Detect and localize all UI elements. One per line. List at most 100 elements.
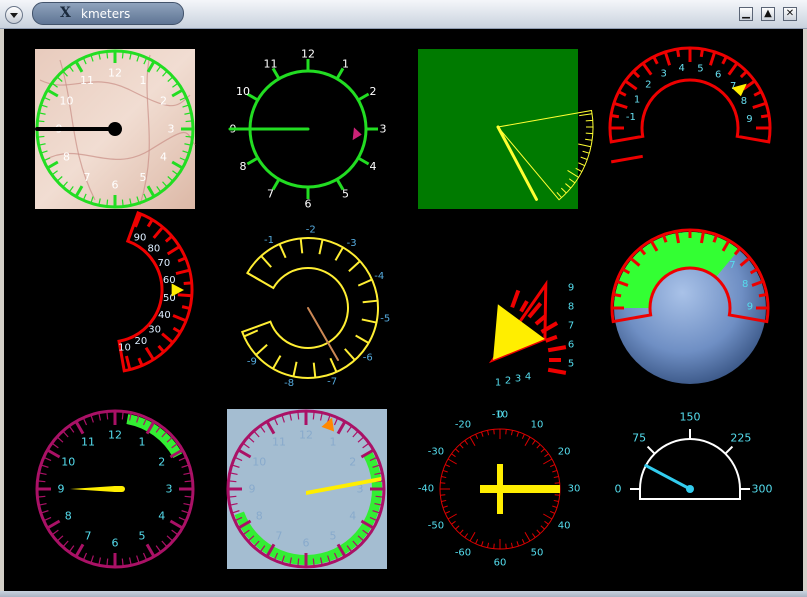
arc-tick — [613, 101, 628, 110]
ring-label--7: -7 — [327, 377, 337, 388]
clock-tick — [121, 558, 124, 567]
arc-label-90: 90 — [134, 233, 147, 244]
dial-tick — [487, 542, 490, 548]
clock-tick — [121, 199, 124, 207]
clock-tick — [43, 516, 52, 522]
clock-tick — [121, 51, 124, 59]
ring-tick — [362, 299, 378, 304]
dial-tick — [550, 510, 556, 514]
meter-planet-gauge: 78 9 — [610, 228, 770, 384]
meter-sector-green — [418, 49, 594, 209]
arc-label-60: 60 — [163, 275, 176, 286]
arc-tick — [652, 56, 659, 65]
arc-tick — [721, 56, 728, 65]
clock-label-6: 6 — [112, 179, 119, 192]
arc-tick — [144, 346, 155, 361]
clock-tick — [375, 495, 384, 498]
meters-canvas: 121234567891011121234567891011-112345678… — [35, 46, 773, 569]
ring-label--9: -9 — [247, 357, 257, 368]
dial-tick — [505, 429, 507, 435]
dial-tick — [442, 469, 448, 473]
sector-tick — [547, 345, 567, 353]
clock-tick — [171, 529, 179, 536]
clock-tick — [46, 519, 61, 530]
ring-label--3: -3 — [347, 238, 357, 249]
clock-label-11: 11 — [80, 74, 94, 87]
clock-tick — [185, 120, 193, 123]
clock-hub — [108, 122, 122, 136]
arc-label--1: -1 — [626, 112, 636, 123]
clock-tick — [184, 495, 193, 498]
dial-tick — [544, 453, 549, 458]
clock-label-4: 4 — [369, 160, 376, 173]
clock-tick — [178, 456, 187, 462]
dial-tick — [475, 433, 479, 439]
semi-label-150: 150 — [680, 411, 701, 424]
clock-tick — [106, 51, 109, 59]
meter-clock-blue: 121234567891011 — [226, 409, 387, 569]
dial-tick — [544, 520, 549, 525]
ring-tick — [355, 334, 370, 344]
dial-tick — [480, 431, 484, 437]
arc-tick — [618, 90, 627, 97]
clock-tick — [56, 535, 64, 542]
dial-label--10: -10 — [492, 410, 508, 421]
dial-tick — [487, 430, 490, 436]
meter-arc-red-top: -1123 4 56789 — [608, 46, 772, 164]
dial-tick — [464, 440, 469, 445]
dial-tick — [447, 458, 457, 465]
ring-label--2: -2 — [306, 225, 316, 236]
arc-tick — [164, 235, 173, 243]
dial-tick — [540, 448, 545, 453]
clock-label-3: 3 — [166, 483, 173, 496]
dial-tick — [442, 505, 448, 509]
arc-label-20: 20 — [135, 336, 148, 347]
clock-label-2: 2 — [369, 85, 376, 98]
clock-tick — [46, 448, 61, 459]
arc-tick — [181, 305, 191, 310]
sector-tick — [544, 334, 558, 343]
arc-tick — [760, 114, 770, 119]
clock-tick — [312, 411, 315, 420]
clock-tick — [106, 558, 109, 567]
semi-label-0: 0 — [615, 483, 622, 496]
arc-tick — [727, 62, 739, 76]
ring-tick — [318, 239, 324, 255]
clock-label-1: 1 — [139, 436, 146, 449]
clock-tick — [56, 436, 64, 443]
dial-tick — [451, 453, 456, 458]
arc-tick — [708, 51, 717, 66]
dial-tick — [469, 436, 476, 446]
dial-label--40: -40 — [418, 484, 434, 495]
dial-tick — [543, 458, 553, 465]
clock-tick — [37, 120, 45, 123]
clock-label-4: 4 — [349, 510, 356, 523]
clock-label-8: 8 — [65, 510, 72, 523]
clock-label-7: 7 — [85, 529, 92, 542]
clock-label-2: 2 — [158, 456, 165, 469]
clock-label-7: 7 — [84, 171, 91, 184]
sector-tick — [547, 367, 567, 375]
ring-tick — [260, 255, 272, 268]
arc-label-30: 30 — [148, 325, 161, 336]
clock-tick — [246, 156, 259, 166]
clock-label-3: 3 — [168, 123, 175, 136]
ring-tick — [272, 355, 282, 370]
clock-label-5: 5 — [342, 187, 349, 200]
sector-tick — [578, 162, 585, 167]
meter-ring-yellow: -1 -2 -3 -4 -5 -6 -7 -8 -9 — [240, 225, 390, 389]
gauge-tick — [612, 292, 622, 298]
arc-tick — [177, 293, 192, 298]
dial-tick — [553, 499, 559, 502]
clock-tick — [74, 420, 85, 435]
clock-label-9: 9 — [249, 483, 256, 496]
meter-clock-green: 121234567891011 — [228, 48, 387, 211]
arc-label-9: 9 — [746, 114, 752, 125]
clock-tick — [185, 135, 193, 138]
meter-sector-red: 1 2 3 4 5 6 7 8 9 — [488, 279, 574, 389]
sector-tick — [580, 156, 588, 160]
dial-tick — [521, 539, 525, 545]
clock-tick — [184, 480, 193, 483]
clock-tick — [106, 199, 109, 207]
sector-label-6: 6 — [568, 340, 574, 351]
